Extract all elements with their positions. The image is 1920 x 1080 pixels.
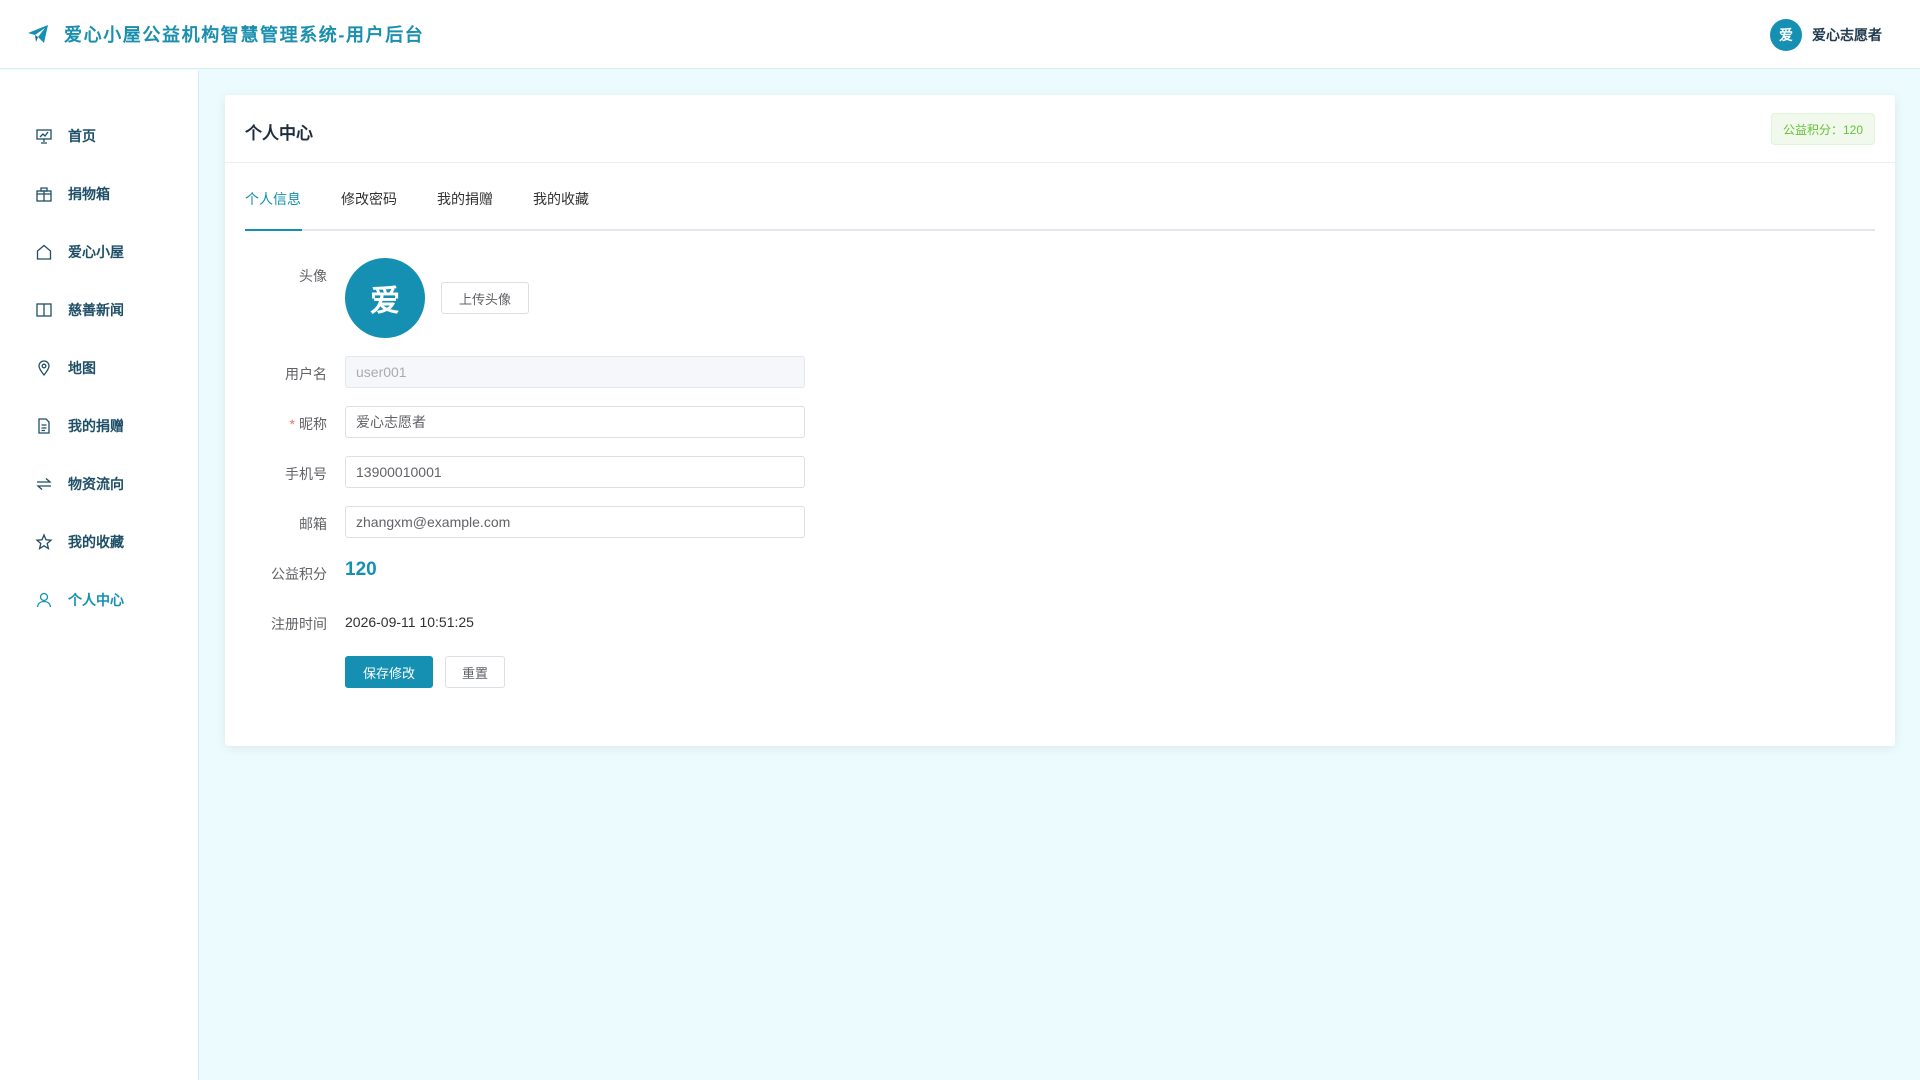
sidebar-item-my-favorites[interactable]: 我的收藏 [0,522,199,562]
star-icon [35,533,53,551]
user-menu[interactable]: 爱 爱心志愿者 [1770,19,1882,51]
card-header: 个人中心 公益积分：120 [225,95,1895,163]
sidebar-item-label: 我的收藏 [68,534,124,550]
profile-avatar: 爱 [345,258,425,338]
sidebar-item-label: 捐物箱 [68,186,110,202]
gift-box-icon [35,185,53,203]
points-badge: 公益积分：120 [1770,113,1875,145]
sidebar-item-label: 我的捐赠 [68,418,124,434]
sidebar-item-charity-news[interactable]: 慈善新闻 [0,290,199,330]
tab-my-donations[interactable]: 我的捐赠 [437,191,493,231]
email-field[interactable] [345,506,805,538]
upload-avatar-button[interactable]: 上传头像 [441,282,529,314]
map-pin-icon [35,359,53,377]
switch-arrows-icon [35,475,53,493]
presentation-chart-icon [35,127,53,145]
sidebar-item-label: 慈善新闻 [68,302,124,318]
reset-button[interactable]: 重置 [445,656,505,688]
sidebar-item-map[interactable]: 地图 [0,348,199,388]
points-label: 公益积分 [271,566,327,582]
open-book-icon [35,301,53,319]
paper-plane-icon [26,22,50,46]
username-field [345,356,805,388]
register-time-value: 2026-09-11 10:51:25 [345,614,474,630]
sidebar-item-label: 爱心小屋 [68,244,124,260]
sidebar-item-label: 地图 [68,360,96,376]
sidebar-item-home[interactable]: 首页 [0,116,199,156]
sidebar-item-label: 物资流向 [68,476,124,492]
brand: 爱心小屋公益机构智慧管理系统-用户后台 [26,21,424,47]
sidebar-item-material-flow[interactable]: 物资流向 [0,464,199,504]
user-icon [35,591,53,609]
sidebar-item-love-house[interactable]: 爱心小屋 [0,232,199,272]
required-mark: * [289,416,295,432]
active-tab-indicator [245,229,302,231]
user-avatar[interactable]: 爱 [1770,19,1802,51]
points-value: 120 [345,559,377,580]
top-header: 爱心小屋公益机构智慧管理系统-用户后台 爱 爱心志愿者 [0,0,1920,69]
sidebar-item-label: 个人中心 [68,592,124,608]
avatar-label: 头像 [299,268,327,284]
phone-field[interactable] [345,456,805,488]
personal-center-card: 个人中心 公益积分：120 个人信息 修改密码 我的捐赠 我的收藏 头像 爱 上… [225,95,1895,746]
document-icon [35,417,53,435]
sidebar: 首页 捐物箱 爱心小屋 慈善新闻 地图 我的捐赠 物资流向 我的收藏 个人中心 [0,70,199,1080]
sidebar-item-personal-center[interactable]: 个人中心 [0,580,199,620]
save-button[interactable]: 保存修改 [345,656,433,688]
username-label: 用户名 [285,366,327,382]
tab-my-favorites[interactable]: 我的收藏 [533,191,589,231]
sidebar-item-my-donations[interactable]: 我的捐赠 [0,406,199,446]
sidebar-item-donation-box[interactable]: 捐物箱 [0,174,199,214]
house-icon [35,243,53,261]
email-label: 邮箱 [299,516,327,532]
phone-label: 手机号 [285,466,327,482]
tab-change-password[interactable]: 修改密码 [341,191,397,231]
nickname-label-text: 昵称 [299,416,327,432]
user-name[interactable]: 爱心志愿者 [1812,25,1882,45]
sidebar-item-label: 首页 [68,128,96,144]
tab-personal-info[interactable]: 个人信息 [245,191,301,231]
nickname-label: * 昵称 [237,414,327,434]
nickname-field[interactable] [345,406,805,438]
register-time-label: 注册时间 [271,616,327,632]
profile-tabs: 个人信息 修改密码 我的捐赠 我的收藏 [245,191,1875,231]
page-title: 个人中心 [245,124,313,143]
app-title: 爱心小屋公益机构智慧管理系统-用户后台 [64,25,425,45]
